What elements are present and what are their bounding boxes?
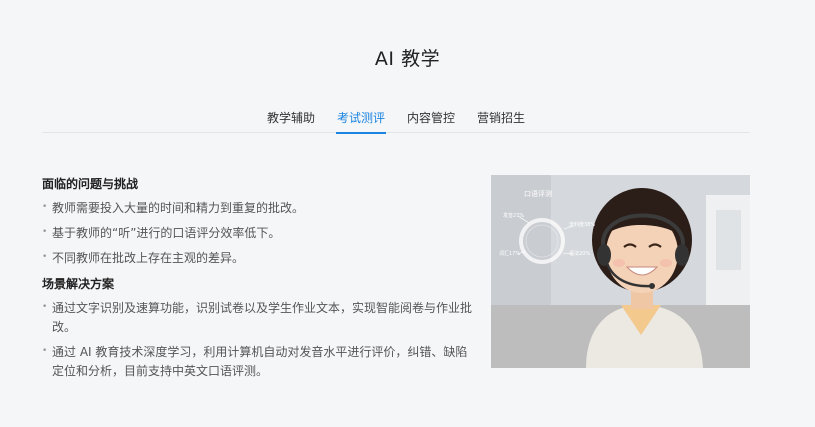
tab-content-control[interactable]: 内容管控 — [406, 106, 456, 133]
overlay-label: 词汇17% — [499, 250, 520, 257]
scenario-description: 面临的问题与挑战 教师需要投入大量的时间和精力到重复的批改。 基于教师的“听”进… — [42, 176, 472, 387]
overlay-title: 口语评测 — [524, 189, 552, 198]
list-item: 不同教师在批改上存在主观的差异。 — [42, 248, 472, 268]
list-item: 教师需要投入大量的时间和精力到重复的批改。 — [42, 198, 472, 218]
solutions-heading: 场景解决方案 — [42, 277, 115, 291]
list-item: 通过文字识别及速算功能，识别试卷以及学生作业文本，实现智能阅卷与作业批改。 — [42, 298, 472, 337]
hero-illustration: 口语评测 发音27% 流利度38% 词汇17% 语法20% — [491, 175, 750, 368]
list-item: 基于教师的“听”进行的口语评分效率低下。 — [42, 223, 472, 243]
overlay-label: 流利度38% — [569, 221, 595, 228]
problems-heading: 面临的问题与挑战 — [42, 177, 139, 191]
problems-list: 教师需要投入大量的时间和精力到重复的批改。 基于教师的“听”进行的口语评分效率低… — [42, 198, 472, 268]
tab-exam-assessment[interactable]: 考试测评 — [335, 106, 387, 134]
overlay-label: 发音27% — [503, 212, 524, 219]
tab-bar: 教学辅助 考试测评 内容管控 营销招生 — [42, 106, 750, 134]
hero-image-girl-with-headset: 口语评测 发音27% 流利度38% 词汇17% 语法20% — [491, 175, 750, 368]
tab-marketing-enrollment[interactable]: 营销招生 — [476, 106, 526, 133]
solutions-list: 通过文字识别及速算功能，识别试卷以及学生作业文本，实现智能阅卷与作业批改。 通过… — [42, 298, 472, 381]
page-title: AI 教学 — [374, 48, 441, 70]
overlay-label: 语法20% — [569, 250, 590, 257]
list-item: 通过 AI 教育技术深度学习，利用计算机自动对发音水平进行评价，纠错、缺陷定位和… — [42, 342, 472, 381]
tab-teaching-assist[interactable]: 教学辅助 — [266, 106, 316, 133]
